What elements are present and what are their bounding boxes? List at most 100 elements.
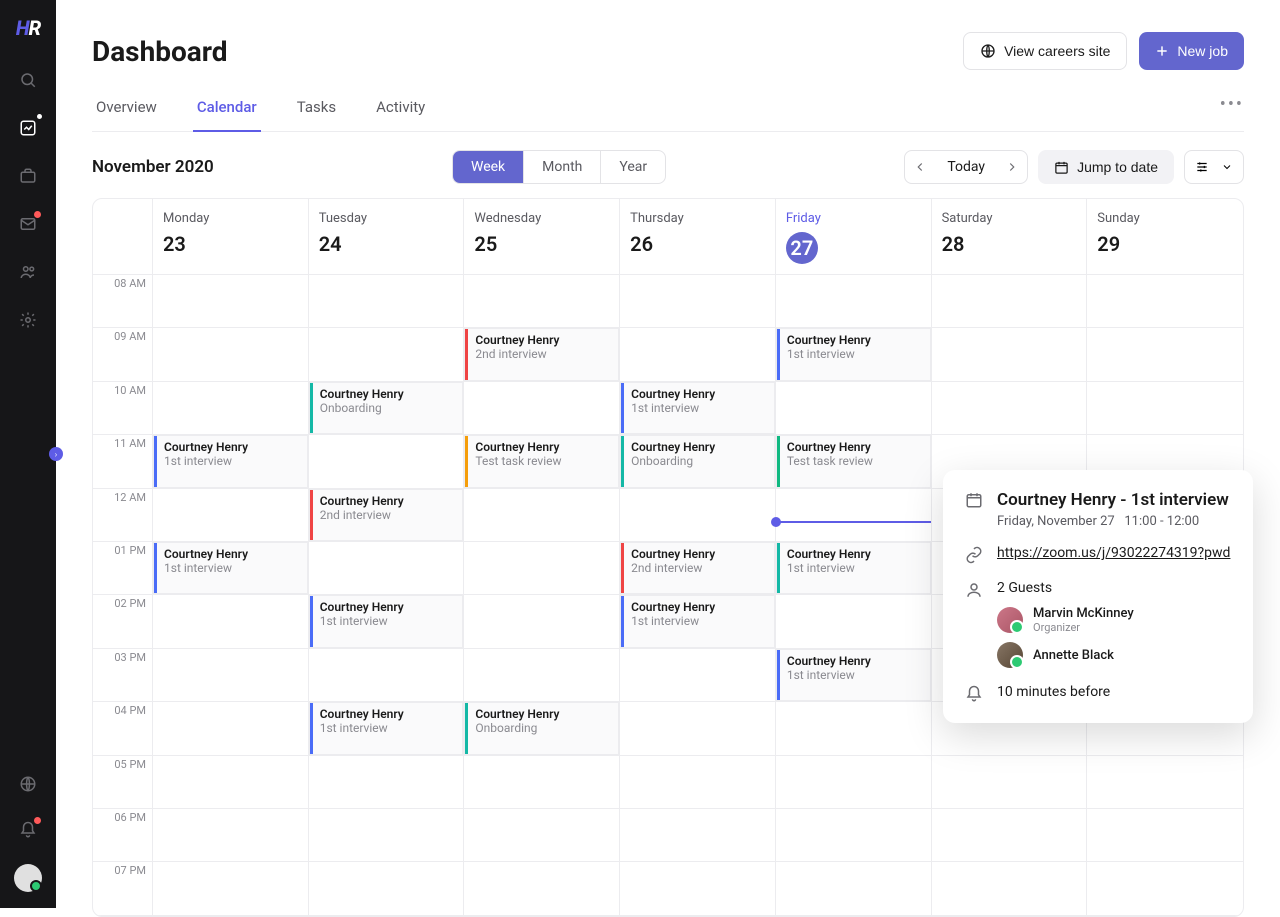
time-label: 02 PM (93, 595, 153, 648)
toolbar-right: Today Jump to date (904, 150, 1244, 184)
now-indicator (776, 521, 931, 523)
sliders-icon (1195, 160, 1209, 174)
calendar-event[interactable]: Courtney Henry2nd interview (464, 328, 619, 380)
event-title: Courtney Henry (475, 707, 610, 721)
time-label: 05 PM (93, 756, 153, 809)
avatar (997, 642, 1023, 668)
event-title: Courtney Henry (631, 387, 766, 401)
briefcase-icon[interactable] (16, 164, 40, 188)
logo[interactable]: HR (16, 16, 40, 40)
day-name: Thursday (630, 211, 765, 226)
today-nav: Today (904, 150, 1028, 184)
popover-guest: Annette Black (997, 642, 1231, 668)
people-icon[interactable] (16, 260, 40, 284)
expand-sidebar-icon[interactable]: › (49, 447, 63, 461)
today-button[interactable]: Today (935, 159, 997, 175)
day-header: Saturday28 (932, 199, 1088, 275)
tab-calendar[interactable]: Calendar (193, 90, 261, 132)
popover-title: Courtney Henry - 1st interview (997, 490, 1229, 510)
view-month[interactable]: Month (524, 151, 601, 183)
time-column: 08 AM09 AM10 AM11 AM12 AM01 PM02 PM03 PM… (93, 275, 153, 916)
avatar (997, 607, 1023, 633)
event-subtitle: 1st interview (787, 668, 922, 682)
dashboard-icon[interactable] (16, 116, 40, 140)
event-title: Courtney Henry (631, 440, 766, 454)
time-label: 08 AM (93, 275, 153, 328)
tab-activity[interactable]: Activity (372, 90, 429, 131)
calendar-icon (965, 491, 983, 509)
calendar-event[interactable]: Courtney Henry1st interview (776, 542, 931, 594)
settings-icon[interactable] (16, 308, 40, 332)
day-header: Sunday29 (1087, 199, 1243, 275)
avatar[interactable] (14, 864, 42, 892)
event-subtitle: 1st interview (787, 561, 922, 575)
event-subtitle: 1st interview (164, 561, 299, 575)
tab-tasks[interactable]: Tasks (293, 90, 340, 131)
event-title: Courtney Henry (787, 440, 922, 454)
time-label: 12 AM (93, 489, 153, 542)
time-label: 06 PM (93, 809, 153, 862)
calendar-event[interactable]: Courtney Henry1st interview (153, 542, 308, 594)
event-title: Courtney Henry (631, 600, 766, 614)
view-year[interactable]: Year (601, 151, 665, 183)
event-subtitle: 1st interview (164, 454, 299, 468)
calendar-event[interactable]: Courtney Henry1st interview (309, 702, 464, 754)
day-number: 24 (319, 232, 454, 256)
calendar-event[interactable]: Courtney HenryOnboarding (620, 435, 775, 487)
day-number: 25 (474, 232, 609, 256)
mail-icon[interactable] (16, 212, 40, 236)
popover-link[interactable]: https://zoom.us/j/93022274319?pwd (997, 545, 1230, 561)
time-label: 11 AM (93, 435, 153, 488)
view-week[interactable]: Week (453, 151, 524, 183)
day-number: 27 (786, 232, 818, 264)
day-header: Friday27 (776, 199, 932, 275)
event-subtitle: 1st interview (320, 614, 455, 628)
calendar-event[interactable]: Courtney HenryOnboarding (464, 702, 619, 754)
globe-icon (980, 43, 996, 59)
event-title: Courtney Henry (475, 333, 610, 347)
prev-week-button[interactable] (905, 160, 935, 174)
link-icon (965, 546, 983, 564)
calendar-event[interactable]: Courtney Henry1st interview (620, 595, 775, 647)
day-column: Courtney Henry1st interviewCourtney Henr… (776, 275, 932, 916)
filter-button[interactable] (1184, 150, 1244, 184)
main: Dashboard View careers site New job Over… (56, 0, 1280, 917)
event-subtitle: Onboarding (475, 721, 610, 735)
header-actions: View careers site New job (963, 32, 1244, 70)
calendar-event[interactable]: Courtney HenryTest task review (464, 435, 619, 487)
calendar-event[interactable]: Courtney Henry1st interview (153, 435, 308, 487)
calendar-event[interactable]: Courtney HenryOnboarding (309, 382, 464, 434)
event-title: Courtney Henry (787, 654, 922, 668)
event-title: Courtney Henry (631, 547, 766, 561)
tab-overview[interactable]: Overview (92, 90, 161, 131)
calendar-event[interactable]: Courtney Henry1st interview (309, 595, 464, 647)
globe-icon[interactable] (16, 772, 40, 796)
more-icon[interactable]: ••• (1220, 94, 1244, 115)
calendar-event[interactable]: Courtney HenryTest task review (776, 435, 931, 487)
day-column: Courtney Henry1st interviewCourtney Henr… (620, 275, 776, 916)
event-subtitle: 1st interview (631, 614, 766, 628)
calendar-event[interactable]: Courtney Henry1st interview (776, 649, 931, 701)
calendar-event[interactable]: Courtney Henry2nd interview (309, 489, 464, 541)
event-title: Courtney Henry (164, 440, 299, 454)
day-name: Tuesday (319, 211, 454, 226)
popover-guests-label: 2 Guests (997, 580, 1231, 596)
jump-to-date-button[interactable]: Jump to date (1038, 150, 1174, 184)
calendar-icon (1054, 160, 1069, 175)
page-title: Dashboard (92, 35, 228, 68)
view-careers-button[interactable]: View careers site (963, 32, 1127, 70)
event-title: Courtney Henry (320, 494, 455, 508)
day-name: Saturday (942, 211, 1077, 226)
tabs: Overview Calendar Tasks Activity ••• (92, 90, 1244, 132)
event-subtitle: 2nd interview (631, 561, 766, 575)
bell-icon[interactable] (16, 818, 40, 842)
new-job-button[interactable]: New job (1139, 32, 1244, 70)
calendar-event[interactable]: Courtney Henry1st interview (776, 328, 931, 380)
calendar-event[interactable]: Courtney Henry1st interview (620, 382, 775, 434)
event-title: Courtney Henry (320, 387, 455, 401)
event-title: Courtney Henry (320, 600, 455, 614)
search-icon[interactable] (16, 68, 40, 92)
calendar-event[interactable]: Courtney Henry2nd interview (620, 542, 775, 594)
next-week-button[interactable] (997, 160, 1027, 174)
plus-icon (1155, 44, 1169, 58)
